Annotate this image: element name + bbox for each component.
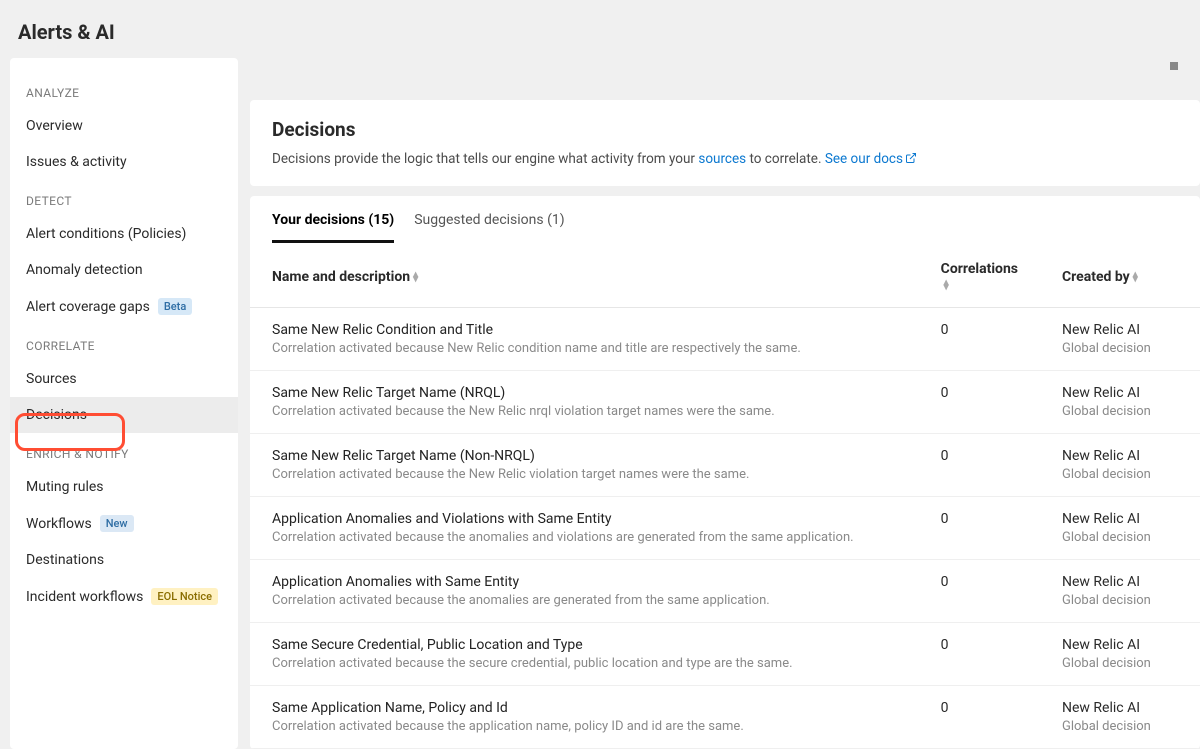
sidebar-item-label: Workflows bbox=[26, 516, 92, 532]
content-description: Decisions provide the logic that tells o… bbox=[272, 151, 1178, 168]
sort-icon: ▴▾ bbox=[944, 280, 949, 290]
badge: New bbox=[100, 515, 134, 532]
row-description: Correlation activated because the secure… bbox=[272, 656, 897, 671]
sidebar-item-muting-rules[interactable]: Muting rules bbox=[10, 469, 238, 505]
table-row[interactable]: Same Secure Credential, Public Location … bbox=[250, 623, 1200, 686]
row-description: Correlation activated because the anomal… bbox=[272, 593, 897, 608]
col-created-by[interactable]: Created by▴▾ bbox=[1040, 243, 1200, 308]
sidebar-item-label: Sources bbox=[26, 371, 77, 387]
row-created-sub: Global decision bbox=[1062, 719, 1178, 734]
tab-suggested-decisions-1-[interactable]: Suggested decisions (1) bbox=[414, 212, 564, 243]
row-correlations: 0 bbox=[919, 623, 1040, 686]
sidebar-item-alert-conditions-policies-[interactable]: Alert conditions (Policies) bbox=[10, 216, 238, 252]
row-created-by: New Relic AI bbox=[1062, 511, 1178, 527]
table-row[interactable]: Application Anomalies and Violations wit… bbox=[250, 497, 1200, 560]
col-correlations[interactable]: Correlations▴▾ bbox=[919, 243, 1040, 308]
row-name: Same New Relic Condition and Title bbox=[272, 322, 897, 338]
sidebar-item-label: Alert coverage gaps bbox=[26, 299, 150, 315]
sidebar-item-incident-workflows[interactable]: Incident workflows EOL Notice bbox=[10, 578, 238, 615]
sort-icon: ▴▾ bbox=[1133, 272, 1138, 282]
sidebar-item-overview[interactable]: Overview bbox=[10, 108, 238, 144]
sidebar-item-sources[interactable]: Sources bbox=[10, 361, 238, 397]
table-row[interactable]: Same New Relic Target Name (Non-NRQL) Cor… bbox=[250, 434, 1200, 497]
menu-indicator-icon bbox=[1170, 62, 1178, 70]
sidebar-item-workflows[interactable]: Workflows New bbox=[10, 505, 238, 542]
table-row[interactable]: Same Application Name, Policy and Id Corr… bbox=[250, 686, 1200, 749]
row-name: Same New Relic Target Name (Non-NRQL) bbox=[272, 448, 897, 464]
sidebar-item-label: Alert conditions (Policies) bbox=[26, 226, 186, 242]
row-correlations: 0 bbox=[919, 560, 1040, 623]
row-name: Same New Relic Target Name (NRQL) bbox=[272, 385, 897, 401]
row-correlations: 0 bbox=[919, 434, 1040, 497]
row-created-by: New Relic AI bbox=[1062, 637, 1178, 653]
tab-your-decisions-15-[interactable]: Your decisions (15) bbox=[272, 212, 394, 243]
row-description: Correlation activated because the anomal… bbox=[272, 530, 897, 545]
sidebar-section-header: CORRELATE bbox=[10, 325, 238, 361]
sidebar-item-label: Decisions bbox=[26, 407, 87, 423]
row-description: Correlation activated because the New Re… bbox=[272, 404, 897, 419]
row-name: Application Anomalies and Violations wit… bbox=[272, 511, 897, 527]
sidebar-item-decisions[interactable]: Decisions bbox=[10, 397, 238, 433]
row-description: Correlation activated because the New Re… bbox=[272, 467, 897, 482]
row-description: Correlation activated because New Relic … bbox=[272, 341, 897, 356]
table-row[interactable]: Application Anomalies with Same Entity Co… bbox=[250, 560, 1200, 623]
row-created-sub: Global decision bbox=[1062, 593, 1178, 608]
sidebar-item-issues-activity[interactable]: Issues & activity bbox=[10, 144, 238, 180]
sidebar-item-label: Issues & activity bbox=[26, 154, 127, 170]
content-header: Decisions Decisions provide the logic th… bbox=[250, 100, 1200, 186]
row-correlations: 0 bbox=[919, 686, 1040, 749]
page-title: Alerts & AI bbox=[0, 0, 1200, 58]
decisions-panel: Your decisions (15) Suggested decisions (… bbox=[250, 196, 1200, 749]
content-heading: Decisions bbox=[272, 118, 1178, 141]
row-created-by: New Relic AI bbox=[1062, 700, 1178, 716]
badge: Beta bbox=[158, 298, 192, 315]
sidebar-item-alert-coverage-gaps[interactable]: Alert coverage gaps Beta bbox=[10, 288, 238, 325]
row-created-sub: Global decision bbox=[1062, 656, 1178, 671]
row-correlations: 0 bbox=[919, 308, 1040, 371]
sidebar: ANALYZE Overview Issues & activity DETECT Al… bbox=[10, 58, 238, 749]
row-name: Same Application Name, Policy and Id bbox=[272, 700, 897, 716]
sidebar-item-label: Destinations bbox=[26, 552, 104, 568]
row-created-by: New Relic AI bbox=[1062, 322, 1178, 338]
sidebar-section-header: ANALYZE bbox=[10, 72, 238, 108]
table-row[interactable]: Same New Relic Condition and Title Correl… bbox=[250, 308, 1200, 371]
row-created-sub: Global decision bbox=[1062, 404, 1178, 419]
row-created-by: New Relic AI bbox=[1062, 574, 1178, 590]
docs-link[interactable]: See our docs bbox=[825, 151, 917, 167]
sidebar-item-label: Muting rules bbox=[26, 479, 104, 495]
row-created-by: New Relic AI bbox=[1062, 448, 1178, 464]
sort-icon: ▴▾ bbox=[413, 272, 418, 282]
row-correlations: 0 bbox=[919, 497, 1040, 560]
row-description: Correlation activated because the applic… bbox=[272, 719, 897, 734]
table-row[interactable]: Same New Relic Target Name (NRQL) Correla… bbox=[250, 371, 1200, 434]
sidebar-item-label: Overview bbox=[26, 118, 83, 134]
row-created-sub: Global decision bbox=[1062, 467, 1178, 482]
row-correlations: 0 bbox=[919, 371, 1040, 434]
sources-link[interactable]: sources bbox=[698, 151, 746, 167]
row-created-sub: Global decision bbox=[1062, 341, 1178, 356]
col-name[interactable]: Name and description▴▾ bbox=[250, 243, 919, 308]
decisions-table: Name and description▴▾ Correlations▴▾ Cr… bbox=[250, 243, 1200, 749]
sidebar-item-destinations[interactable]: Destinations bbox=[10, 542, 238, 578]
row-created-by: New Relic AI bbox=[1062, 385, 1178, 401]
sidebar-item-label: Anomaly detection bbox=[26, 262, 143, 278]
sidebar-item-label: Incident workflows bbox=[26, 589, 143, 605]
sidebar-section-header: ENRICH & NOTIFY bbox=[10, 433, 238, 469]
tabs: Your decisions (15) Suggested decisions (… bbox=[250, 196, 1200, 243]
external-link-icon bbox=[905, 152, 917, 168]
row-name: Same Secure Credential, Public Location … bbox=[272, 637, 897, 653]
sidebar-section-header: DETECT bbox=[10, 180, 238, 216]
badge: EOL Notice bbox=[151, 588, 218, 605]
row-created-sub: Global decision bbox=[1062, 530, 1178, 545]
sidebar-item-anomaly-detection[interactable]: Anomaly detection bbox=[10, 252, 238, 288]
row-name: Application Anomalies with Same Entity bbox=[272, 574, 897, 590]
